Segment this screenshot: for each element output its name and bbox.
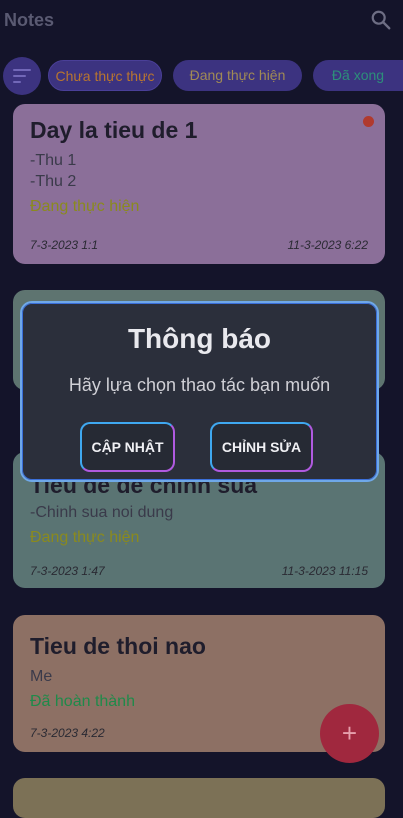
note-body-line: Me [30, 668, 53, 685]
note-card[interactable] [13, 778, 385, 818]
filter-chip-in-progress[interactable]: Đang thực hiện [173, 60, 302, 91]
update-button[interactable]: CẬP NHẬT [80, 422, 175, 472]
note-status: Đã hoàn thành [30, 693, 135, 710]
note-body-line: -Thu 2 [30, 173, 77, 190]
note-status: Đang thực hiện [30, 529, 140, 546]
note-title: Tieu de thoi nao [30, 633, 206, 659]
action-dialog: Thông báo Hãy lựa chọn thao tác bạn muốn… [20, 301, 379, 482]
filter-chip-not-started[interactable]: Chưa thực thực [48, 60, 162, 91]
note-body-line: -Chinh sua noi dung [30, 504, 174, 521]
add-icon: + [341, 718, 358, 748]
search-icon[interactable] [370, 9, 392, 31]
filter-button[interactable] [3, 57, 41, 95]
note-card[interactable]: Day la tieu de 1 -Thu 1 -Thu 2 Đang thực… [13, 104, 385, 264]
note-updated-date: 11-3-2023 11:15 [281, 564, 368, 578]
filter-chip-done[interactable]: Đã xong [313, 60, 403, 91]
note-updated-date: 11-3-2023 6:22 [287, 238, 368, 252]
add-note-button[interactable]: + [320, 704, 379, 763]
priority-dot [363, 116, 374, 127]
note-created-date: 7-3-2023 1:47 [30, 564, 105, 578]
dialog-message: Hãy lựa chọn thao tác bạn muốn [68, 375, 331, 395]
note-created-date: 7-3-2023 1:1 [30, 238, 99, 252]
filter-list-icon [13, 69, 31, 71]
note-created-date: 7-3-2023 4:22 [30, 726, 105, 740]
note-status: Đang thực hiện [30, 198, 140, 215]
note-title: Day la tieu de 1 [30, 117, 198, 143]
app-title: Notes [4, 10, 55, 30]
dialog-title: Thông báo [127, 323, 272, 354]
edit-button[interactable]: CHỈNH SỬA [210, 422, 313, 472]
note-body-line: -Thu 1 [30, 152, 77, 169]
